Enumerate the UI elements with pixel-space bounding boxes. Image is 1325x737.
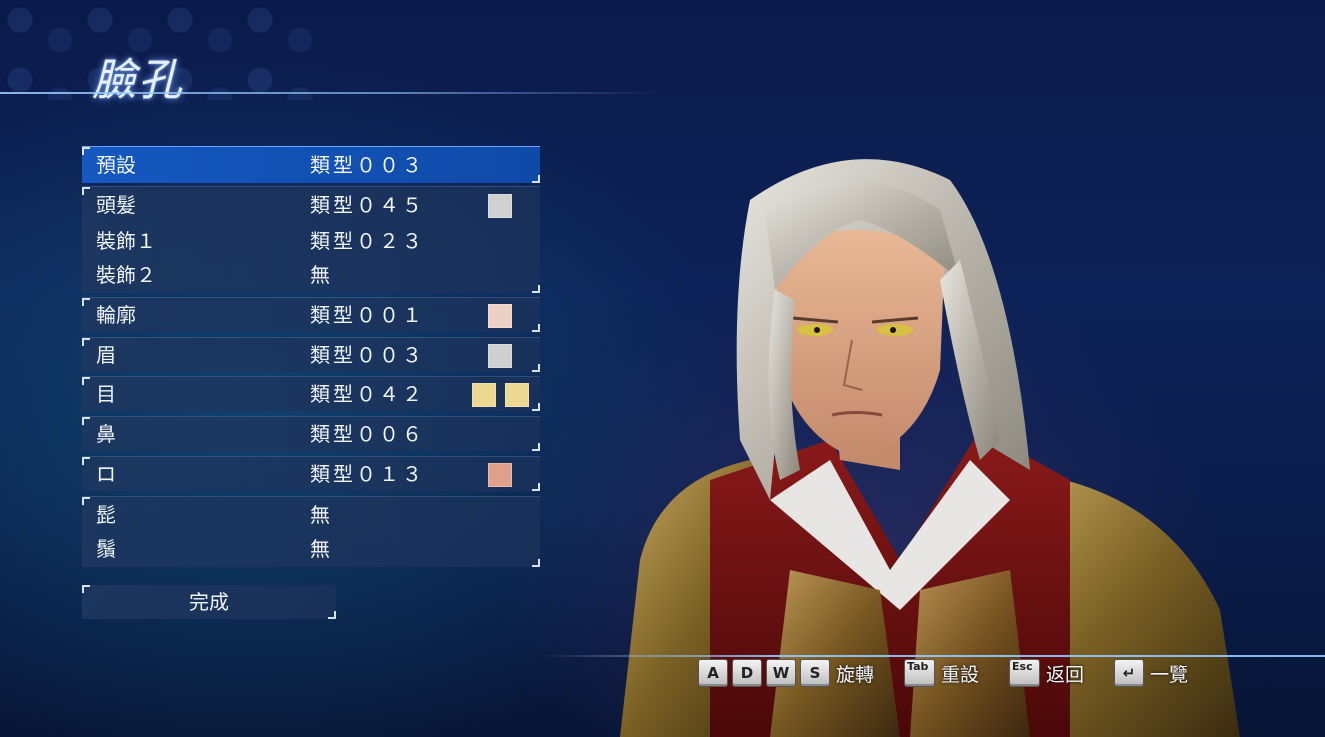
contour-color-swatch[interactable]: [488, 304, 512, 328]
hair-color-swatch[interactable]: [488, 194, 512, 218]
menu-row-contour[interactable]: 輪廓 類型００１: [82, 297, 540, 333]
menu-row-nose[interactable]: 鼻 類型００６: [82, 416, 540, 452]
page-title: 臉孔: [92, 55, 184, 106]
row-value: 類型０１３: [310, 462, 425, 486]
face: [775, 230, 945, 460]
chest-plate-right: [910, 570, 1030, 737]
row-label: 頭髮: [96, 193, 136, 217]
menu-row-mouth[interactable]: ロ 類型０１３: [82, 456, 540, 492]
menu-row-mustache[interactable]: 髭 無: [82, 497, 540, 533]
controls-bar: A D W S 旋轉 Tab 重設 Esc 返回 ↵ 一覽: [698, 656, 1188, 690]
row-value: 類型００６: [310, 422, 425, 446]
brow-color-swatch[interactable]: [488, 344, 512, 368]
row-label: 眉: [96, 343, 116, 367]
row-label: 裝飾２: [96, 263, 156, 287]
key-tab: Tab: [904, 659, 936, 687]
row-value: 無: [310, 503, 333, 527]
row-value: 無: [310, 263, 333, 287]
menu-group-preset: 預設 類型００３: [82, 146, 540, 183]
menu-row-accessory1[interactable]: 裝飾１ 類型０２３: [82, 223, 540, 259]
menu-group-contour: 輪廓 類型００１: [82, 297, 540, 332]
row-value: 類型０４５: [310, 193, 425, 217]
menu-row-beard[interactable]: 鬚 無: [82, 531, 540, 567]
key-a: A: [698, 659, 728, 687]
menu-group-mouth: ロ 類型０１３: [82, 456, 540, 491]
menu-row-preset[interactable]: 預設 類型００３: [82, 147, 540, 183]
eye-color-swatch-left[interactable]: [472, 383, 496, 407]
menu-group-brow: 眉 類型００３: [82, 337, 540, 372]
row-label: 輪廓: [96, 303, 136, 327]
row-value: 類型０４２: [310, 382, 425, 406]
reset-label[interactable]: 重設: [941, 660, 979, 687]
character-portrait[interactable]: [600, 140, 1240, 737]
key-w: W: [766, 659, 796, 687]
row-label: 鬚: [96, 537, 116, 561]
title-divider: [0, 92, 660, 94]
row-label: 預設: [96, 153, 136, 177]
menu-group-facial-hair: 髭 無 鬚 無: [82, 496, 540, 567]
row-label: 髭: [96, 503, 116, 527]
row-label: 裝飾１: [96, 229, 156, 253]
row-value: 類型００１: [310, 303, 425, 327]
list-label[interactable]: 一覽: [1150, 660, 1188, 687]
menu-row-brow[interactable]: 眉 類型００３: [82, 337, 540, 373]
menu-row-hair[interactable]: 頭髮 類型０４５: [82, 187, 540, 223]
menu-group-eye: 目 類型０４２: [82, 376, 540, 411]
chest-plate: [770, 570, 900, 737]
rotate-label: 旋轉: [836, 663, 875, 686]
back-label[interactable]: 返回: [1046, 660, 1084, 687]
mouth-color-swatch[interactable]: [488, 463, 512, 487]
key-d: D: [732, 659, 762, 687]
row-value: 無: [310, 537, 333, 561]
done-button[interactable]: 完成: [82, 585, 336, 619]
row-label: 鼻: [96, 422, 116, 446]
key-s: S: [800, 659, 830, 687]
row-label: ロ: [96, 462, 116, 486]
menu-row-eye[interactable]: 目 類型０４２: [82, 376, 540, 412]
eye-color-swatch-right[interactable]: [505, 383, 529, 407]
row-value: 類型００３: [310, 343, 425, 367]
row-value: 類型００３: [310, 153, 425, 177]
row-value: 類型０２３: [310, 229, 425, 253]
enter-key-icon: ↵: [1114, 659, 1145, 687]
menu-group-nose: 鼻 類型００６: [82, 416, 540, 451]
menu-row-accessory2[interactable]: 裝飾２ 無: [82, 257, 540, 293]
key-esc: Esc: [1009, 659, 1041, 687]
row-label: 目: [96, 382, 116, 406]
menu-group-hair: 頭髮 類型０４５ 裝飾１ 類型０２３ 裝飾２ 無: [82, 186, 540, 293]
